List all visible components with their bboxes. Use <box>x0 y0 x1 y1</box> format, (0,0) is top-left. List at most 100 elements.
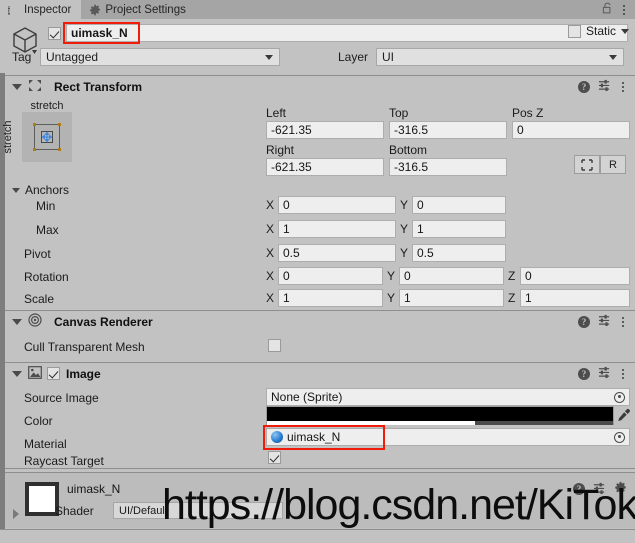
chevron-down-icon <box>609 54 617 60</box>
static-label: Static <box>585 24 616 38</box>
kebab-menu-icon[interactable] <box>619 316 627 327</box>
posz-field-label-row: Pos Z <box>512 104 543 122</box>
pos-z-input[interactable]: 0 <box>512 121 630 139</box>
material-value: uimask_N <box>287 430 341 444</box>
anchor-max-y-input[interactable]: 1 <box>412 220 506 238</box>
scale-y-input[interactable]: 1 <box>399 289 504 307</box>
top-input[interactable]: -316.5 <box>389 121 507 139</box>
window-tab-bar: i Inspector Project Settings <box>0 0 635 19</box>
component-header-canvas-renderer[interactable]: Canvas Renderer ? <box>5 310 635 332</box>
object-enabled-checkbox[interactable] <box>48 26 61 40</box>
object-name-row: uimask_N <box>48 24 628 42</box>
preset-icon[interactable] <box>598 314 611 329</box>
help-icon[interactable]: ? <box>578 367 590 380</box>
material-row: Material <box>24 435 67 453</box>
anchor-max-y-axis: Y <box>400 222 409 236</box>
object-picker-icon[interactable] <box>614 431 625 443</box>
foldout-arrow-icon[interactable] <box>12 318 22 325</box>
scale-x-input[interactable]: 1 <box>278 289 383 307</box>
panel-left-edge <box>0 19 5 543</box>
right-input[interactable]: -621.35 <box>266 158 384 176</box>
color-row: Color <box>24 412 53 430</box>
layer-label: Layer <box>338 50 369 64</box>
image-title: Image <box>66 366 101 381</box>
tag-dropdown[interactable]: Untagged <box>40 48 280 66</box>
source-image-object-field[interactable]: None (Sprite) <box>266 388 630 406</box>
image-enabled-checkbox[interactable] <box>47 367 60 380</box>
static-checkbox[interactable] <box>567 24 581 38</box>
component-header-actions: ? <box>578 366 635 381</box>
pivot-x-axis: X <box>266 246 275 260</box>
right-field-label-row: Right <box>266 141 294 159</box>
rotation-row: Rotation <box>24 268 69 286</box>
raycast-target-checkbox[interactable] <box>268 451 281 464</box>
pos-z-label: Pos Z <box>512 106 544 120</box>
material-sphere-icon <box>271 431 283 443</box>
static-toggle-group: Static <box>567 24 629 38</box>
pivot-x-input[interactable]: 0.5 <box>278 244 396 262</box>
anchor-preset-widget[interactable] <box>22 112 72 162</box>
rotation-y-input[interactable]: 0 <box>399 267 504 285</box>
tab-project-settings[interactable]: Project Settings <box>81 0 196 19</box>
pivot-row: Pivot <box>24 245 51 263</box>
layer-dropdown[interactable]: UI <box>376 48 624 66</box>
rotation-x-input[interactable]: 0 <box>278 267 383 285</box>
kebab-menu-icon[interactable] <box>619 368 627 379</box>
cull-transparent-mesh-checkbox[interactable] <box>268 339 281 352</box>
scale-x-axis: X <box>266 291 275 305</box>
material-label: Material <box>24 437 67 451</box>
scale-z-input[interactable]: 1 <box>520 289 630 307</box>
chevron-down-icon[interactable] <box>621 28 629 34</box>
scale-label: Scale <box>24 292 55 306</box>
kebab-menu-icon[interactable] <box>620 4 628 15</box>
chevron-down-icon <box>265 54 273 60</box>
shader-label: Shader <box>55 504 94 518</box>
tag-layer-row: Tag Untagged Layer UI <box>12 48 628 66</box>
pivot-y-input[interactable]: 0.5 <box>412 244 506 262</box>
rotation-z-axis: Z <box>508 269 516 283</box>
help-icon[interactable]: ? <box>578 315 590 328</box>
scale-z-axis: Z <box>508 291 516 305</box>
anchor-max-label: Max <box>36 223 59 237</box>
left-field-label-row: Left <box>266 104 286 122</box>
blueprint-mode-button[interactable] <box>574 155 600 174</box>
anchors-label: Anchors <box>25 183 70 197</box>
anchor-preset-top-label: stretch <box>30 100 64 112</box>
help-icon[interactable]: ? <box>578 80 590 93</box>
anchor-min-x-input[interactable]: 0 <box>278 196 396 214</box>
kebab-menu-icon[interactable] <box>619 81 627 92</box>
top-label: Top <box>389 106 409 120</box>
watermark-text: https://blog.csdn.net/KiTok <box>162 481 635 529</box>
component-header-image[interactable]: Image ? <box>5 362 635 384</box>
source-image-value: None (Sprite) <box>271 390 343 404</box>
anchor-min-y-input[interactable]: 0 <box>412 196 506 214</box>
component-header-actions: ? <box>578 79 635 94</box>
anchor-min-y-axis: Y <box>400 198 409 212</box>
material-object-field[interactable]: uimask_N <box>266 428 630 446</box>
left-input[interactable]: -621.35 <box>266 121 384 139</box>
canvas-renderer-icon <box>28 313 42 330</box>
eyedropper-icon[interactable] <box>617 408 631 424</box>
foldout-arrow-icon[interactable] <box>12 83 22 90</box>
object-picker-icon[interactable] <box>614 391 625 403</box>
rotation-label: Rotation <box>24 270 69 284</box>
foldout-arrow-icon[interactable] <box>13 509 19 519</box>
right-label: Right <box>266 143 295 157</box>
bottom-input[interactable]: -316.5 <box>389 158 507 176</box>
top-field-label-row: Top <box>389 104 408 122</box>
object-name-input[interactable]: uimask_N <box>66 24 628 42</box>
preset-icon[interactable] <box>598 366 611 381</box>
anchor-max-x-axis: X <box>266 222 275 236</box>
cull-transparent-mesh-label: Cull Transparent Mesh <box>24 340 145 354</box>
foldout-arrow-icon[interactable] <box>12 370 22 377</box>
raw-edit-mode-button[interactable]: R <box>600 155 626 174</box>
bottom-label: Bottom <box>389 143 428 157</box>
anchor-max-x-input[interactable]: 1 <box>278 220 396 238</box>
rotation-x-axis: X <box>266 269 275 283</box>
preset-icon[interactable] <box>598 79 611 94</box>
lock-open-icon[interactable] <box>602 2 613 17</box>
rotation-z-input[interactable]: 0 <box>520 267 630 285</box>
tab-inspector[interactable]: i Inspector <box>0 0 82 19</box>
pivot-y-axis: Y <box>400 246 409 260</box>
component-header-rect-transform[interactable]: Rect Transform ? <box>5 75 635 97</box>
